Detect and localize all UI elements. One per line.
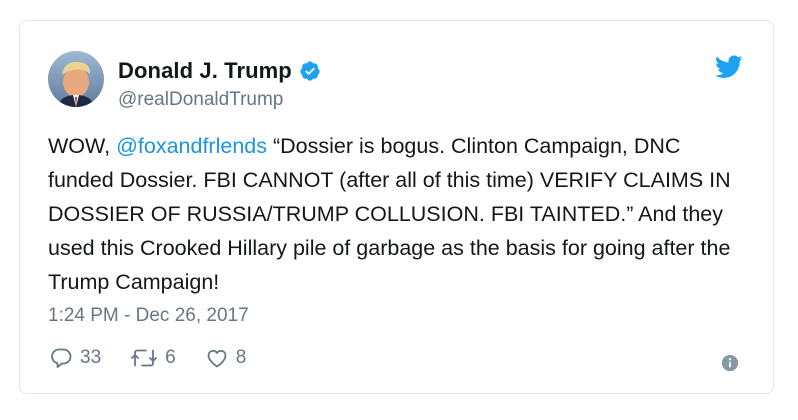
retweet-button[interactable]: 6	[129, 346, 176, 370]
info-icon[interactable]	[721, 354, 739, 372]
heart-icon	[207, 349, 227, 368]
reply-count: 33	[80, 347, 102, 368]
display-name[interactable]: Donald J. Trump	[118, 58, 292, 84]
verified-badge-icon	[300, 61, 320, 81]
retweet-icon	[131, 349, 158, 367]
tweet-timestamp[interactable]: 1:24 PM - Dec 26, 2017	[48, 305, 249, 327]
retweet-count: 6	[165, 347, 176, 368]
reply-button[interactable]: 33	[48, 346, 101, 370]
tweet-text-start: WOW,	[48, 134, 117, 158]
like-button[interactable]: 8	[204, 346, 247, 370]
twitter-bird-icon[interactable]	[715, 55, 743, 79]
tweet-card: Donald J. Trump @realDonaldTrump WOW, @f…	[19, 20, 774, 394]
avatar[interactable]	[48, 51, 104, 107]
tweet-text-rest: “Dossier is bogus. Clinton Campaign, DNC…	[48, 134, 731, 294]
like-count: 8	[235, 347, 247, 368]
mention-link[interactable]: @foxandfrlends	[116, 134, 267, 158]
action-bar: 33 6 8	[48, 346, 274, 370]
author-name-row[interactable]: Donald J. Trump	[118, 58, 321, 84]
reply-icon	[51, 348, 72, 368]
tweet-text: WOW, @foxandfrlends “Dossier is bogus. C…	[48, 129, 748, 299]
author-handle[interactable]: @realDonaldTrump	[118, 89, 283, 111]
